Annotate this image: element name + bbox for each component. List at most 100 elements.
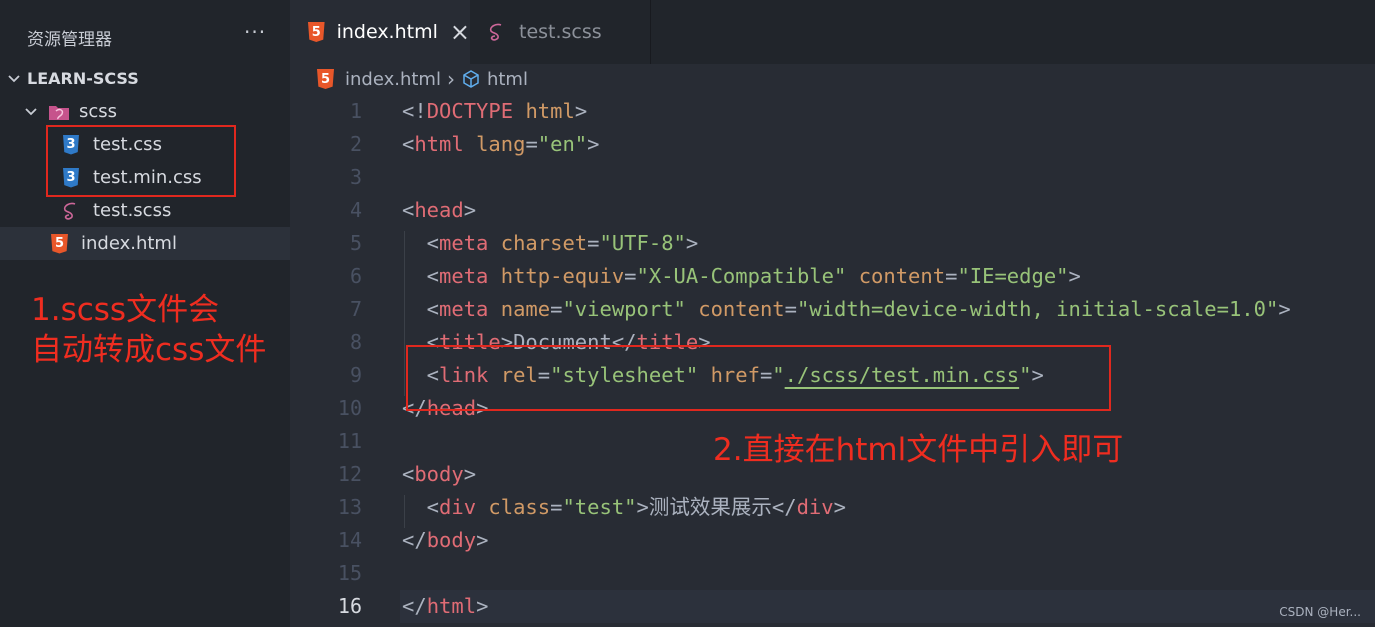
tab-label: index.html	[336, 21, 438, 43]
breadcrumb: 5 index.html › html	[290, 64, 1375, 94]
code-token-punc	[476, 495, 488, 519]
chevron-down-icon	[25, 107, 37, 115]
code-token-tag: DOCTYPE	[426, 99, 514, 123]
tab-test-scss[interactable]: test.scss	[470, 0, 651, 64]
code-line[interactable]: <div class="test">测试效果展示</div>	[402, 491, 846, 524]
code-token-attr: content	[858, 264, 946, 288]
code-token-attr: class	[488, 495, 551, 519]
code-token-punc	[488, 297, 500, 321]
code-token-punc: >	[574, 99, 588, 123]
code-token-tag: meta	[439, 297, 489, 321]
project-name: LEARN-SCSS	[27, 69, 139, 88]
annotation-note-1-line-1: 1.scss文件会	[31, 292, 220, 328]
code-token-attr: lang	[476, 132, 526, 156]
code-token-punc: </	[402, 594, 427, 618]
line-number: 16	[337, 594, 362, 618]
code-line[interactable]: <html lang="en">	[402, 128, 600, 161]
code-line[interactable]: <head>	[402, 194, 476, 227]
line-number: 8	[349, 330, 362, 354]
code-token-tag: head	[414, 198, 464, 222]
code-token-punc: >	[1068, 264, 1081, 288]
code-token-punc: =	[525, 132, 538, 156]
project-folder-row[interactable]: LEARN-SCSS	[0, 62, 290, 95]
line-number: 14	[337, 528, 362, 552]
code-token-str: "en"	[537, 132, 588, 156]
close-icon[interactable]: ×	[450, 18, 470, 46]
code-token-punc: >	[476, 594, 489, 618]
breadcrumb-symbol[interactable]: html	[487, 69, 528, 90]
tree-folder-scss[interactable]: scss	[0, 95, 290, 128]
code-token-punc	[686, 297, 698, 321]
code-token-punc	[488, 264, 500, 288]
code-token-punc	[513, 99, 525, 123]
sass-folder-icon	[49, 105, 69, 120]
code-token-attr: http-equiv	[500, 264, 625, 288]
editor-tab-bar: 5 index.html × test.scss	[290, 0, 1375, 64]
watermark: CSDN @Her...	[1279, 605, 1361, 619]
code-token-attr: charset	[500, 231, 588, 255]
tab-index-html[interactable]: 5 index.html ×	[290, 0, 470, 64]
breadcrumb-file[interactable]: index.html	[345, 69, 441, 90]
annotation-box-link-line	[406, 345, 1111, 411]
tree-item-label: scss	[79, 101, 118, 122]
code-token-punc	[488, 231, 500, 255]
code-token-tag: html	[414, 132, 464, 156]
html-file-icon: 5	[317, 69, 334, 89]
line-number: 11	[337, 429, 362, 453]
code-token-punc: >	[476, 528, 489, 552]
chevron-down-icon	[8, 74, 20, 82]
code-token-str: "viewport"	[562, 297, 686, 321]
code-line[interactable]: </body>	[402, 524, 488, 557]
code-token-punc: <	[402, 132, 415, 156]
line-number: 12	[337, 462, 362, 486]
code-token-text: 测试效果展示	[648, 495, 772, 519]
html-file-icon: 5	[51, 233, 68, 254]
sass-file-icon	[63, 202, 76, 220]
code-token-tag: html	[426, 594, 477, 618]
annotation-note-1-line-2: 自动转成css文件	[31, 332, 267, 368]
annotation-note-2: 2.直接在html文件中引入即可	[713, 432, 1124, 468]
code-token-punc: >	[833, 495, 846, 519]
code-token-punc: </	[402, 528, 427, 552]
code-token-punc: >	[685, 231, 699, 255]
code-token-punc: <!	[402, 99, 427, 123]
code-token-punc: <	[402, 462, 415, 486]
line-number: 13	[337, 495, 362, 519]
line-number: 4	[349, 198, 362, 222]
html-file-icon: 5	[308, 22, 325, 42]
code-token-punc	[846, 264, 858, 288]
code-token-punc	[464, 132, 476, 156]
code-token-punc: >	[636, 495, 649, 519]
code-token-punc: =	[550, 297, 563, 321]
code-token-punc: =	[624, 264, 637, 288]
code-token-punc: =	[550, 495, 563, 519]
line-number: 7	[349, 297, 362, 321]
code-line[interactable]: <meta http-equiv="X-UA-Compatible" conte…	[402, 260, 1081, 293]
code-token-attr: name	[500, 297, 551, 321]
tab-label: test.scss	[519, 21, 602, 43]
code-token-punc: >	[463, 198, 477, 222]
code-line[interactable]: <!DOCTYPE html>	[402, 95, 587, 128]
line-number: 9	[349, 363, 362, 387]
code-line[interactable]: <meta charset="UTF-8">	[402, 227, 699, 260]
code-line[interactable]: <meta name="viewport" content="width=dev…	[402, 293, 1291, 326]
code-token-punc: =	[945, 264, 958, 288]
tree-file-index-html[interactable]: 5 index.html	[0, 227, 290, 260]
current-line-highlight	[400, 590, 1375, 623]
more-actions-icon[interactable]: ···	[244, 20, 266, 44]
code-token-punc: =	[784, 297, 797, 321]
explorer-title: 资源管理器	[27, 30, 112, 50]
code-line[interactable]: </html>	[402, 590, 488, 623]
code-token-punc: <	[402, 198, 415, 222]
line-number: 3	[349, 165, 362, 189]
code-token-str: "UTF-8"	[599, 231, 686, 255]
code-line[interactable]: <body>	[402, 458, 476, 491]
code-token-attr: content	[698, 297, 785, 321]
code-token-punc: <	[402, 495, 440, 519]
code-token-tag: div	[439, 495, 477, 519]
code-token-str: "width=device-width, initial-scale=1.0"	[796, 297, 1279, 321]
line-number: 5	[349, 231, 362, 255]
tree-file-test-scss[interactable]: test.scss	[0, 194, 290, 227]
code-token-str: "test"	[562, 495, 637, 519]
code-token-punc: >	[463, 462, 477, 486]
